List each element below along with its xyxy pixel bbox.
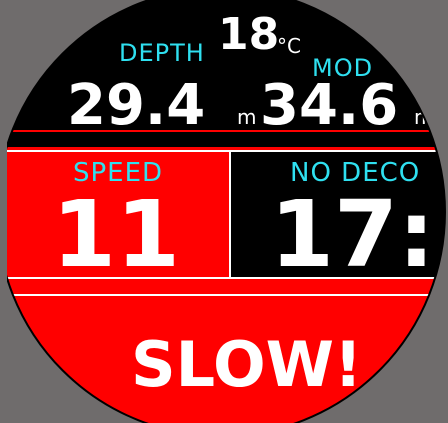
dial-content: DEPTH 18 °C MOD 29.4 m 34.6 m SPEED NO D… (7, 0, 445, 423)
temperature-value: 18 (218, 9, 279, 60)
dial-graphic: DEPTH 18 °C MOD 29.4 m 34.6 m SPEED NO D… (7, 0, 446, 423)
watch-dial: DEPTH 18 °C MOD 29.4 m 34.6 m SPEED NO D… (7, 0, 448, 423)
alert-message: SLOW! (131, 328, 362, 401)
depth-label: DEPTH (119, 39, 205, 67)
temperature-unit: °C (277, 34, 301, 58)
dive-computer-screen: DEPTH 18 °C MOD 29.4 m 34.6 m SPEED NO D… (0, 0, 448, 423)
depth-value: 29.4 (67, 73, 205, 138)
depth-unit: m (237, 105, 256, 129)
nodeco-value: 17: (270, 181, 435, 288)
speed-value: 11 (52, 181, 180, 288)
mod-value: 34.6 (260, 73, 398, 138)
